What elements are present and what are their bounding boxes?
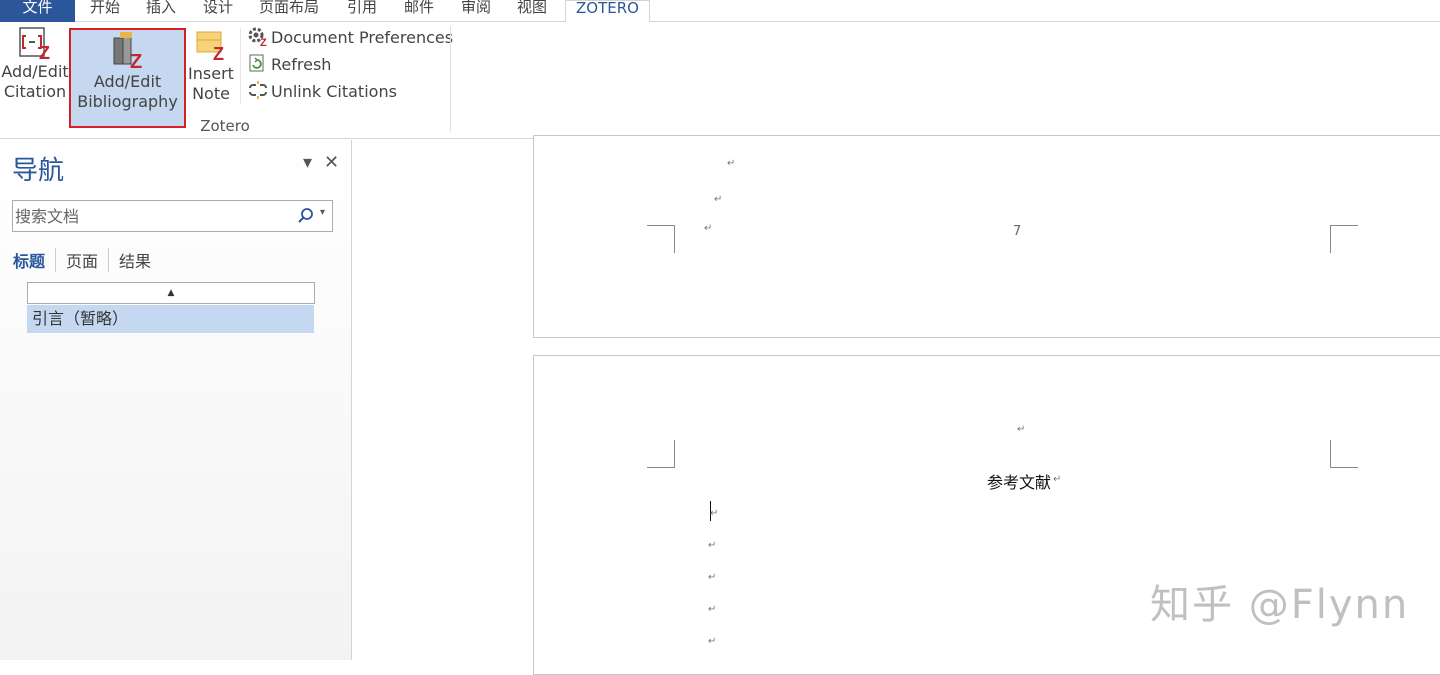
crop-mark [647,440,675,468]
paragraph-mark: ↵ [708,540,717,551]
add-citation-label-1: Add/Edit [1,62,69,81]
svg-text:Z: Z [213,44,224,62]
tab-layout[interactable]: 页面布局 [259,0,319,22]
ribbon-tab-bar: 文件 开始 插入 设计 页面布局 引用 邮件 审阅 视图 ZOTERO [0,0,1440,23]
nav-tabs: 标题 页面 结果 [13,248,161,272]
note-icon: Z [196,31,224,62]
add-citation-label-2: Citation [3,82,67,101]
bibliography-icon: Z [113,32,142,70]
refresh-button[interactable]: Refresh [247,52,331,78]
svg-text:Z: Z [39,43,50,60]
paragraph-mark: ↵ [1053,474,1062,485]
watermark: 知乎 @Flynn [1150,582,1410,628]
nav-title: 导航 [12,156,65,186]
search-icon[interactable] [297,207,315,225]
tab-design[interactable]: 设计 [203,0,233,22]
paragraph-mark: ↵ [714,194,723,205]
tab-references[interactable]: 引用 [347,0,377,22]
crop-mark [1330,225,1358,253]
insert-note-label-1: Insert [188,64,234,83]
nav-heading-item[interactable]: 引言（暂略） [27,305,314,333]
crop-mark [647,225,675,253]
crop-mark [1330,440,1358,468]
nav-tab-headings[interactable]: 标题 [13,248,55,272]
paragraph-mark: ↵ [708,572,717,583]
tab-file[interactable]: 文件 [0,0,75,22]
unlink-icon [249,81,267,99]
nav-tab-pages[interactable]: 页面 [55,248,108,272]
document-preferences-button[interactable]: Z Document Preferences [247,25,453,51]
collapse-headings-button[interactable]: ▲ [27,282,315,304]
tab-zotero[interactable]: ZOTERO [565,0,650,23]
nav-tab-results[interactable]: 结果 [108,248,161,272]
nav-search-box: ▾ [12,200,333,232]
ribbon-separator [240,28,241,104]
navigation-pane: 导航 ▾ ✕ ▾ 标题页面结果 ▲ 引言（暂略） [0,140,352,660]
insert-note-button[interactable]: Z Insert Note [186,22,236,112]
tab-mailings[interactable]: 邮件 [404,0,434,22]
add-bib-label-1: Add/Edit [93,72,162,91]
paragraph-mark: ↵ [704,223,713,234]
citation-icon: Z [19,27,50,60]
ribbon-zotero: Z Add/Edit Citation Z Add/Edit Bibliogra… [0,22,1440,139]
nav-close-icon[interactable]: ✕ [324,152,339,173]
unlink-citations-button[interactable]: Unlink Citations [247,79,397,105]
references-heading: 参考文献 [987,473,1052,492]
paragraph-mark: ↵ [708,604,717,615]
tab-insert[interactable]: 插入 [146,0,176,22]
add-edit-citation-button[interactable]: Z Add/Edit Citation [0,22,70,112]
paragraph-mark: ↵ [1017,424,1026,435]
gear-icon: Z [248,27,267,49]
tab-review[interactable]: 审阅 [461,0,491,22]
add-bib-label-2: Bibliography [77,92,178,111]
nav-search-input[interactable] [15,204,285,228]
nav-options-icon[interactable]: ▾ [303,152,312,173]
paragraph-mark: ↵ [727,158,736,169]
svg-text:Z: Z [260,37,267,46]
search-dropdown-icon[interactable]: ▾ [320,207,325,218]
document-page[interactable]: ↵ ↵ ↵ 7 [533,135,1440,338]
refresh-icon [249,54,264,72]
unlink-citations-label: Unlink Citations [271,82,397,101]
refresh-label: Refresh [271,55,332,74]
paragraph-mark: ↵ [710,508,719,519]
insert-note-label-2: Note [192,84,230,103]
tab-view[interactable]: 视图 [517,0,547,22]
ribbon-group-separator [450,26,451,132]
tab-home[interactable]: 开始 [90,0,120,22]
ribbon-group-label: Zotero [200,117,250,135]
add-edit-bibliography-button[interactable]: Z Add/Edit Bibliography [69,28,186,128]
svg-text:Z: Z [130,51,142,70]
page-number: 7 [1013,224,1022,239]
paragraph-mark: ↵ [708,636,717,647]
document-preferences-label: Document Preferences [271,28,454,47]
